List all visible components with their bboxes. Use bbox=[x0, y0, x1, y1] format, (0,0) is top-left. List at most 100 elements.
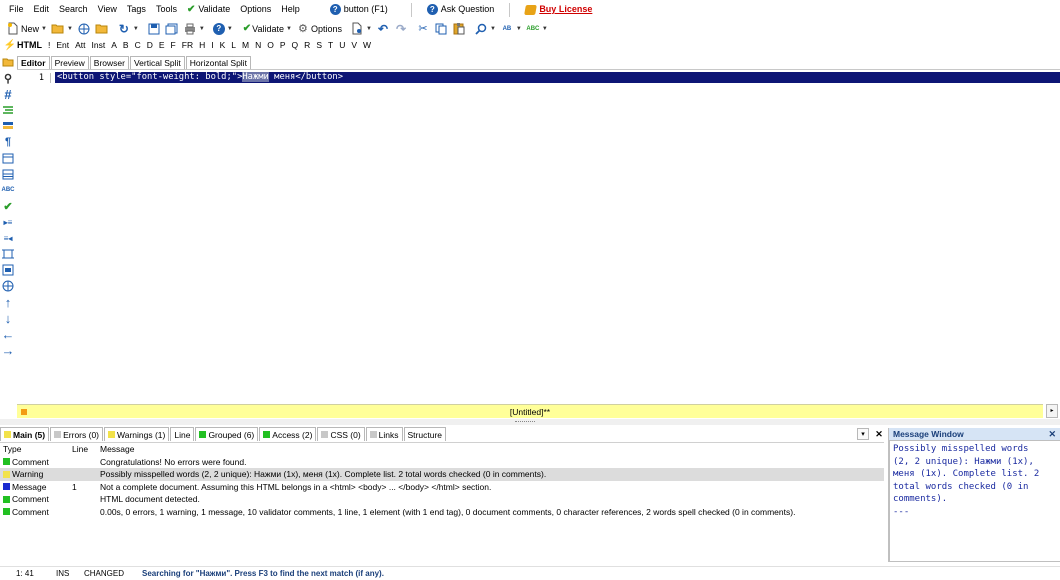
copy-button[interactable] bbox=[434, 22, 448, 36]
menu-search[interactable]: Search bbox=[54, 0, 93, 19]
arrow-right-icon[interactable]: → bbox=[1, 342, 15, 358]
tag-r[interactable]: R bbox=[301, 38, 313, 53]
tag-w[interactable]: W bbox=[360, 38, 374, 53]
menu-options[interactable]: Options bbox=[235, 0, 276, 19]
ask-question-button[interactable]: ? Ask Question bbox=[422, 0, 500, 19]
tab-preview[interactable]: Preview bbox=[50, 56, 89, 69]
tag-o[interactable]: O bbox=[264, 38, 277, 53]
tab-warnings[interactable]: Warnings (1) bbox=[104, 427, 170, 441]
doc-scroll-button[interactable]: ▸ bbox=[1046, 404, 1058, 418]
menu-help[interactable]: Help bbox=[276, 0, 305, 19]
tag-l[interactable]: L bbox=[228, 38, 239, 53]
help-dropdown-button[interactable]: ? ▼ bbox=[212, 22, 233, 35]
pane-splitter[interactable] bbox=[0, 419, 1060, 425]
spell-check-button[interactable]: ABC ▼ bbox=[526, 22, 547, 36]
tab-editor[interactable]: Editor bbox=[17, 56, 50, 69]
redo-button[interactable]: ↷ bbox=[394, 22, 408, 36]
tag-att[interactable]: Att bbox=[72, 38, 88, 53]
cut-button[interactable]: ✂ bbox=[416, 22, 430, 36]
column-header-line[interactable]: Line bbox=[68, 444, 98, 454]
save-all-button[interactable] bbox=[165, 22, 179, 36]
tag-inst[interactable]: Inst bbox=[89, 38, 109, 53]
undo-button[interactable]: ↶ bbox=[376, 22, 390, 36]
save-button[interactable] bbox=[147, 22, 161, 36]
tag-d[interactable]: D bbox=[144, 38, 156, 53]
tag-n[interactable]: N bbox=[252, 38, 264, 53]
tab-errors[interactable]: Errors (0) bbox=[50, 427, 104, 441]
tag-e[interactable]: E bbox=[156, 38, 168, 53]
globe-search-icon[interactable] bbox=[1, 278, 15, 294]
menu-file[interactable]: File bbox=[4, 0, 29, 19]
insert-box-icon[interactable] bbox=[1, 262, 15, 278]
window-frame-icon[interactable] bbox=[1, 150, 15, 166]
menu-edit[interactable]: Edit bbox=[29, 0, 55, 19]
options-button[interactable]: ⚙ Options bbox=[296, 22, 342, 36]
tag-b[interactable]: B bbox=[120, 38, 132, 53]
tag-c[interactable]: C bbox=[132, 38, 144, 53]
menu-validate[interactable]: ✔ Validate bbox=[182, 0, 235, 19]
tab-css[interactable]: CSS (0) bbox=[317, 427, 365, 441]
tab-access[interactable]: Access (2) bbox=[259, 427, 317, 441]
tag-doctype[interactable]: ! bbox=[45, 38, 53, 53]
tag-u[interactable]: U bbox=[336, 38, 348, 53]
close-icon[interactable]: ✕ bbox=[1048, 428, 1056, 440]
menu-tags[interactable]: Tags bbox=[122, 0, 151, 19]
tab-line[interactable]: Line bbox=[170, 427, 195, 441]
table-row[interactable]: Comment HTML document detected. bbox=[0, 493, 884, 506]
paragraph-icon[interactable]: ¶ bbox=[1, 134, 15, 150]
tag-v[interactable]: V bbox=[348, 38, 360, 53]
tag-fr[interactable]: FR bbox=[179, 38, 196, 53]
tab-structure[interactable]: Structure bbox=[403, 427, 447, 441]
new-button[interactable]: New ▼ bbox=[6, 22, 47, 36]
context-help-button[interactable]: ? button (F1) bbox=[325, 0, 393, 19]
binoculars-icon[interactable]: ⚲ bbox=[1, 70, 15, 86]
arrow-up-icon[interactable]: ↑ bbox=[1, 294, 15, 310]
open-button[interactable]: ▼ bbox=[51, 22, 73, 36]
indent-left-icon[interactable]: ≡◂ bbox=[1, 230, 15, 246]
menu-tools[interactable]: Tools bbox=[151, 0, 182, 19]
crop-frame-icon[interactable] bbox=[1, 246, 15, 262]
validate-button[interactable]: ✔ Validate ▼ bbox=[243, 23, 292, 34]
tag-html[interactable]: HTML bbox=[14, 38, 45, 53]
table-icon[interactable] bbox=[1, 166, 15, 182]
spell-check-icon[interactable]: ABC bbox=[1, 182, 15, 198]
document-strip[interactable]: [Untitled]** bbox=[17, 404, 1043, 418]
tag-a[interactable]: A bbox=[108, 38, 120, 53]
pane-menu-button[interactable]: ▾ bbox=[857, 428, 869, 440]
open-folder-icon[interactable] bbox=[1, 54, 15, 70]
tab-main[interactable]: Main (5) bbox=[0, 427, 50, 441]
hash-icon[interactable]: # bbox=[1, 86, 15, 102]
menu-view[interactable]: View bbox=[93, 0, 122, 19]
tidy-button[interactable]: ▼ bbox=[350, 22, 372, 36]
tag-q[interactable]: Q bbox=[289, 38, 302, 53]
column-header-type[interactable]: Type bbox=[0, 444, 68, 454]
buy-license-link[interactable]: Buy License bbox=[520, 0, 597, 19]
arrow-down-icon[interactable]: ↓ bbox=[1, 310, 15, 326]
splitter-grip[interactable] bbox=[515, 421, 535, 423]
insert-mode[interactable]: INS bbox=[56, 567, 84, 580]
replace-button[interactable]: AB ▼ bbox=[500, 22, 522, 36]
print-button[interactable]: ▼ bbox=[183, 22, 205, 36]
tab-browser[interactable]: Browser bbox=[89, 56, 129, 69]
close-pane-button[interactable]: ✕ bbox=[873, 428, 885, 440]
column-header-message[interactable]: Message bbox=[98, 444, 884, 454]
paste-button[interactable] bbox=[452, 22, 466, 36]
arrow-left-icon[interactable]: ← bbox=[1, 326, 15, 342]
checkmark-icon[interactable]: ✔ bbox=[1, 198, 15, 214]
tag-f[interactable]: F bbox=[168, 38, 179, 53]
indent-right-icon[interactable]: ▸≡ bbox=[1, 214, 15, 230]
highlight-bar-icon[interactable] bbox=[1, 118, 15, 134]
tag-i[interactable]: I bbox=[208, 38, 216, 53]
indent-lines-icon[interactable] bbox=[1, 102, 15, 118]
table-row[interactable]: Comment Congratulations! No errors were … bbox=[0, 456, 884, 469]
reload-button[interactable]: ↻ ▼ bbox=[117, 22, 139, 36]
tag-h[interactable]: H bbox=[196, 38, 208, 53]
tag-t[interactable]: T bbox=[325, 38, 336, 53]
tab-horizontal-split[interactable]: Horizontal Split bbox=[185, 56, 251, 69]
find-button[interactable]: ▼ bbox=[474, 22, 496, 36]
code-editor[interactable]: 1 <button style="font-weight: bold;">Наж… bbox=[17, 69, 1060, 405]
table-row[interactable]: Warning Possibly misspelled words (2, 2 … bbox=[0, 468, 884, 481]
tag-k[interactable]: K bbox=[217, 38, 229, 53]
table-row[interactable]: Message 1 Not a complete document. Assum… bbox=[0, 481, 884, 494]
tab-links[interactable]: Links bbox=[365, 427, 403, 441]
